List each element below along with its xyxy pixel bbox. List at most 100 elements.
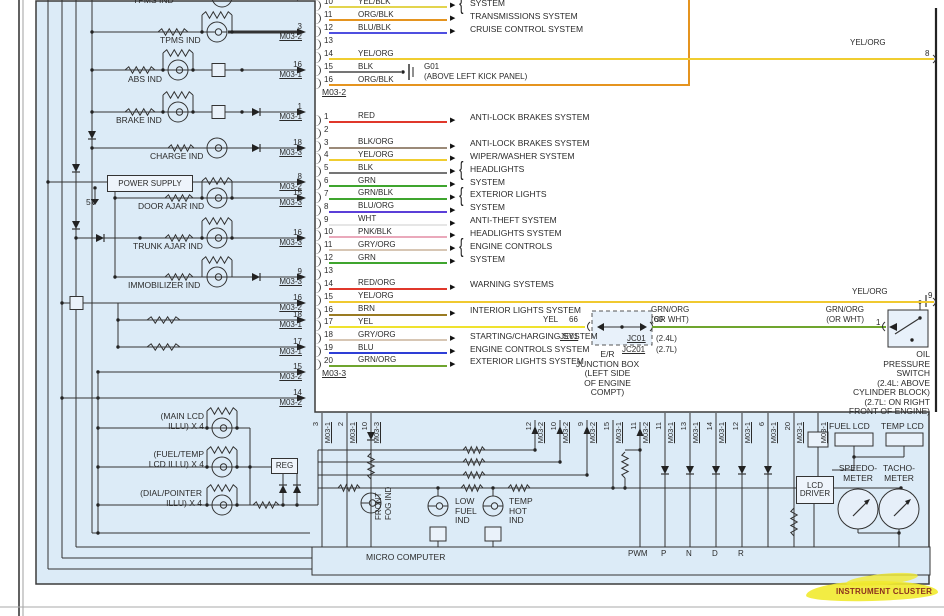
bottom-pin-conn: M03-1: [614, 422, 624, 462]
wire-color-label: PNK/BLK: [358, 228, 392, 236]
pin-row: 12 BLU/BLK ▶ CRUISE CONTROL SYSTEM: [322, 21, 642, 34]
ground-label-g01: G01: [424, 62, 439, 72]
pin-row: 8 BLU/ORG ▶ SYSTEM: [322, 200, 642, 213]
wire-color-label: BLK: [358, 164, 373, 172]
system-label: STARTING/CHARGING SYSTEM: [470, 332, 598, 341]
bottom-pin-number: 3: [311, 422, 321, 462]
bottom-pin-number: 10: [549, 422, 559, 462]
pin-row: 12 GRN ▶ SYSTEM: [322, 251, 642, 264]
bottom-pin-conn: M03-1: [666, 422, 676, 462]
oil-pressure-switch-label: OILPRESSURESWITCH (2.4L: ABOVECYLINDER B…: [828, 350, 930, 417]
pin-row: 5 BLK ▶ { HEADLIGHTS: [322, 161, 642, 174]
pin-number: 18: [324, 331, 333, 339]
system-label: SYSTEM: [470, 178, 505, 187]
pin-number: 11: [324, 241, 332, 249]
indicator-label-abs: ABS IND: [128, 75, 162, 85]
bottom-pin-conn: M03-1: [691, 422, 701, 462]
wire-color-label: BLU/BLK: [358, 24, 391, 32]
junction-label-24l: (2.4L): [656, 334, 677, 344]
pin-number: 13: [324, 37, 333, 45]
bottom-pin-number: 12: [524, 422, 534, 462]
system-label: CRUISE CONTROL SYSTEM: [470, 25, 583, 34]
pin-number: 9: [324, 216, 328, 224]
left-pin-label: 1M03-1: [260, 102, 302, 121]
wire-color-label: BLU/ORG: [358, 202, 394, 210]
system-label: ENGINE CONTROLS: [470, 242, 552, 251]
junction-label-je01: JE01: [560, 332, 578, 342]
pin-number: 14: [324, 50, 333, 58]
indicator-label-brake: BRAKE IND: [116, 116, 162, 126]
wire-label-grn-org-1: GRN/ORG(OR WHT): [651, 305, 689, 324]
wire-color-label: GRN: [358, 177, 376, 185]
pin-row: 3 BLK/ORG ▶ ANTI-LOCK BRAKES SYSTEM: [322, 136, 642, 149]
bottom-pin-number: 10: [360, 422, 370, 462]
left-pin-label: 17M03-1: [260, 337, 302, 356]
pin-number: 12: [324, 254, 333, 262]
junction-label-27l: (2.7L): [656, 345, 677, 355]
instrument-cluster-label: INSTRUMENT CLUSTER: [836, 587, 932, 596]
pin-row: 16 BRN ▶ INTERIOR LIGHTS SYSTEM: [322, 303, 642, 316]
pin-row: 7 GRN/BLK ▶ { EXTERIOR LIGHTS: [322, 187, 642, 200]
system-label: ANTI-LOCK BRAKES SYSTEM: [470, 139, 590, 148]
wire: [329, 84, 690, 86]
wire-color-label: ORG/BLK: [358, 76, 394, 84]
system-label: WARNING SYSTEMS: [470, 280, 554, 289]
bottom-pin-number: 11: [654, 422, 664, 462]
fuel-lcd-label: FUEL LCD: [829, 422, 870, 432]
bottom-pin-conn: M03-3: [372, 422, 382, 462]
pin-number: 15: [324, 293, 333, 301]
left-pin-label: 14M03-2: [260, 388, 302, 407]
wire-color-label: YEL: [358, 318, 373, 326]
wire-color-label: WHT: [358, 215, 376, 223]
wire-color-label: BLU: [358, 344, 374, 352]
connector-label-m03-2: M03-2: [322, 88, 346, 98]
er-junction-box-label: E/RJUNCTION BOX (LEFT SIDEOF ENGINECOMPT…: [560, 350, 655, 398]
indicator-label-charge: CHARGE IND: [150, 152, 203, 162]
left-pin-label: 9M03-3: [260, 267, 302, 286]
pin-row: 6 GRN ▶ SYSTEM: [322, 174, 642, 187]
bottom-pin-conn: M03-1: [743, 422, 753, 462]
wire-color-label: ORG/BLK: [358, 11, 394, 19]
reg-box: REG: [271, 458, 298, 474]
bottom-pin-number: 14: [705, 422, 715, 462]
pin-number: 20: [324, 357, 333, 365]
bottom-pin-conn: M03-1: [348, 422, 358, 462]
pin-row: 13: [322, 34, 642, 47]
pin-row: 2: [322, 123, 642, 136]
wire-color-label: YEL/BLK: [358, 0, 390, 6]
bottom-pin-number: [807, 422, 817, 462]
indicator-label-tpms: TPMS IND: [160, 36, 201, 46]
label-dial-pointer-illu: (DIAL/POINTERILLU) X 4: [116, 489, 202, 508]
bottom-pin-conn: M03-2: [641, 422, 651, 462]
wire-label-grn-org-2: GRN/ORG(OR WHT): [812, 305, 864, 324]
left-pin-label: 16M03-1: [260, 60, 302, 79]
bottom-pin-conn: M03-1: [795, 422, 805, 462]
wire-color-label: RED/ORG: [358, 279, 395, 287]
pin-number: 1: [324, 113, 328, 121]
pin-row: 14 RED/ORG ▶ WARNING SYSTEMS: [322, 277, 642, 290]
wire-color-label: GRN: [358, 254, 376, 262]
system-label: SYSTEM: [470, 203, 505, 212]
label-pwm: PWM: [628, 549, 648, 559]
pin-row: 10 PNK/BLK ▶ HEADLIGHTS SYSTEM: [322, 226, 642, 239]
wire-color-label: GRN/ORG: [358, 356, 396, 364]
label-fuel-temp-lcd-illu: (FUEL/TEMPLCD ILLU) X 4: [118, 450, 204, 469]
pin-number: 6: [324, 177, 328, 185]
bottom-pin-conn: M03-2: [536, 422, 546, 462]
lcd-driver-box: LCDDRIVER: [796, 476, 834, 504]
wire-color-label: BLK/ORG: [358, 138, 394, 146]
pin-row: 1 RED ▶ ANTI-LOCK BRAKES SYSTEM: [322, 110, 642, 123]
pin-number: 19: [324, 344, 333, 352]
left-pin-label: 15M03-2: [260, 362, 302, 381]
bottom-pin-conn: M03-1: [323, 422, 333, 462]
wire: [329, 365, 447, 367]
connector-m03-3-pinlist: 1 RED ▶ ANTI-LOCK BRAKES SYSTEM 2 3 BLK/…: [322, 110, 642, 367]
indicator-label-door-ajar: DOOR AJAR IND: [138, 202, 204, 212]
bottom-pin-conn: M03-2: [588, 422, 598, 462]
system-label: TRANSMISSIONS SYSTEM: [470, 12, 578, 21]
system-label: HEADLIGHTS SYSTEM: [470, 229, 562, 238]
bottom-pin-conn: M03-1: [819, 422, 829, 462]
indicator-label-tpms-top: TPMS IND: [133, 0, 174, 6]
label-r: R: [738, 549, 744, 559]
ground-location-label: (ABOVE LEFT KICK PANEL): [424, 72, 527, 82]
